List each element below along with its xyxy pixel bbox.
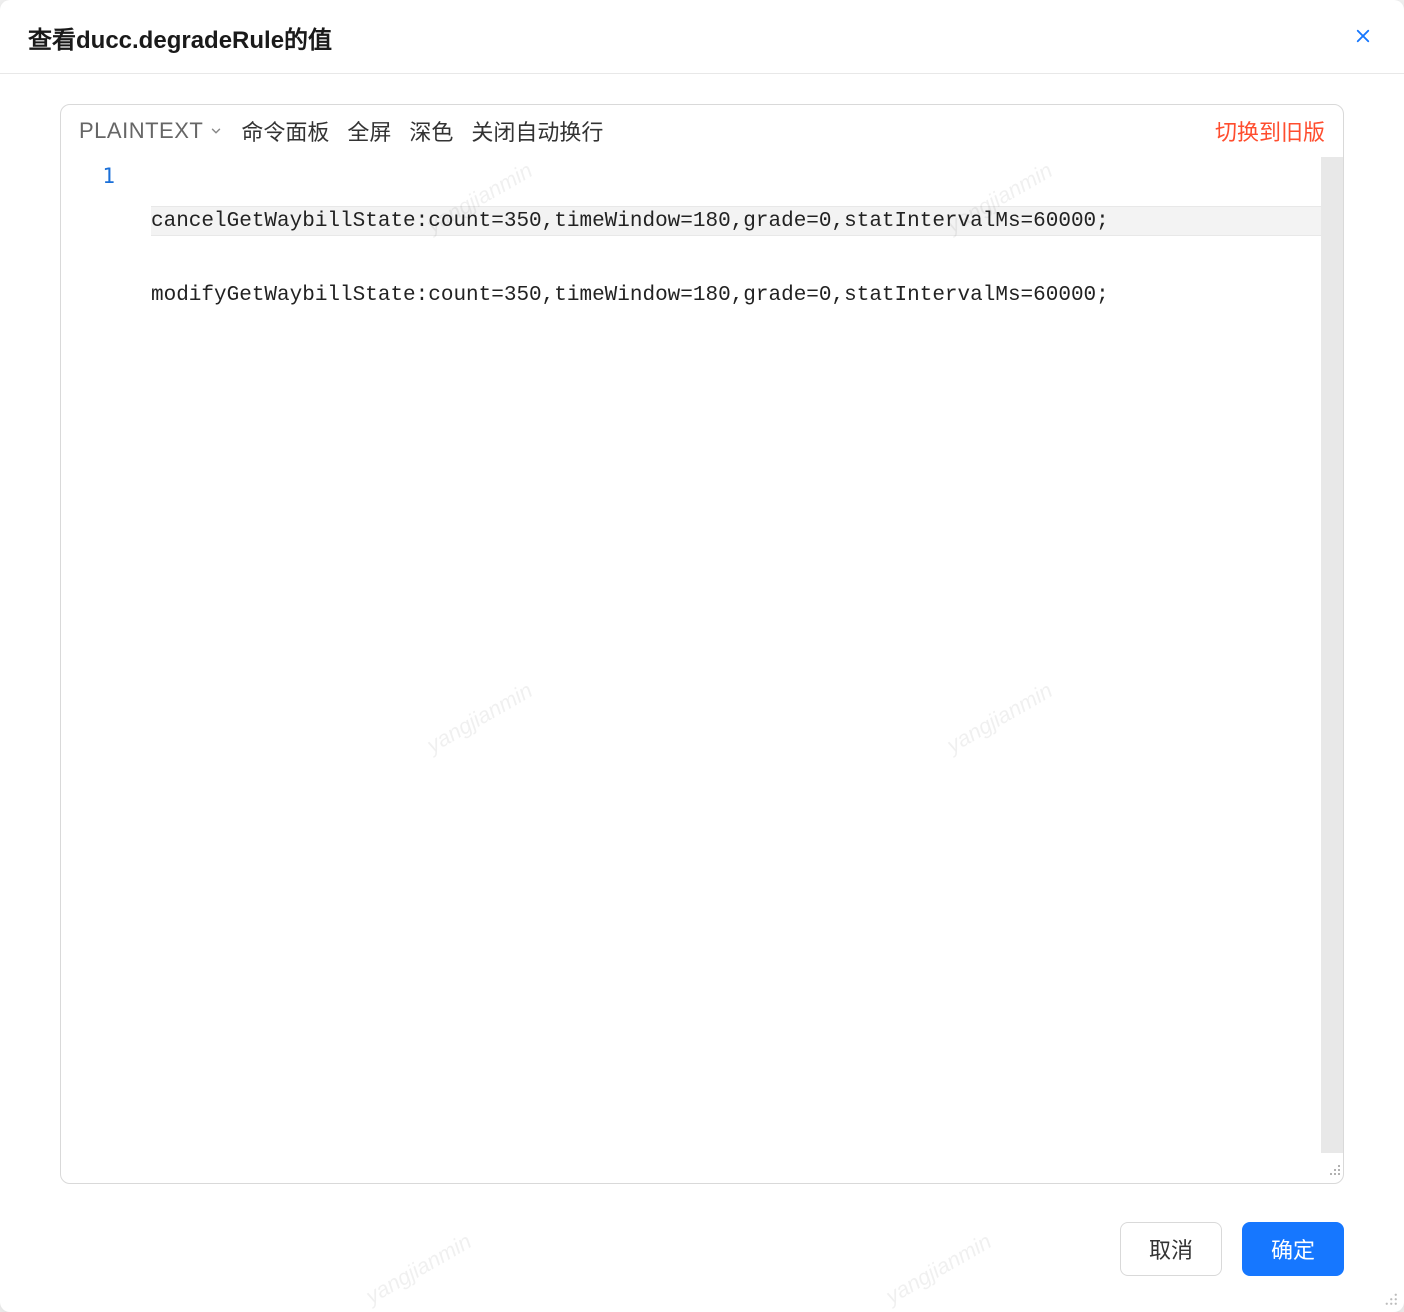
resize-icon [1380, 1293, 1398, 1310]
command-panel-button[interactable]: 命令面板 [241, 115, 329, 147]
code-line: cancelGetWaybillState:count=350,timeWind… [151, 206, 1343, 236]
resize-icon [1325, 1160, 1341, 1181]
config-value-modal: 查看ducc.degradeRule的值 PLAINTEXT [0, 0, 1404, 1312]
close-icon [1354, 27, 1372, 49]
modal-title: 查看ducc.degradeRule的值 [28, 20, 332, 55]
editor-toolbar: PLAINTEXT 命令面板 全屏 深色 关闭自动换行 切换到旧版 [61, 105, 1343, 157]
scrollbar-vertical[interactable] [1321, 157, 1343, 1153]
confirm-button[interactable]: 确定 [1242, 1222, 1344, 1276]
modal-footer: 取消 确定 [0, 1194, 1404, 1312]
code-editor: PLAINTEXT 命令面板 全屏 深色 关闭自动换行 切换到旧版 [60, 104, 1344, 1184]
modal-resize-handle[interactable] [1380, 1288, 1398, 1306]
language-label: PLAINTEXT [79, 118, 203, 144]
modal-header: 查看ducc.degradeRule的值 [0, 0, 1404, 74]
chevron-down-icon [209, 124, 223, 138]
language-selector[interactable]: PLAINTEXT [79, 118, 223, 144]
cancel-button[interactable]: 取消 [1120, 1222, 1222, 1276]
close-button[interactable] [1350, 23, 1376, 53]
dark-mode-button[interactable]: 深色 [409, 115, 453, 147]
modal-body: PLAINTEXT 命令面板 全屏 深色 关闭自动换行 切换到旧版 [0, 74, 1404, 1194]
code-content[interactable]: cancelGetWaybillState:count=350,timeWind… [145, 157, 1343, 1183]
switch-old-version-button[interactable]: 切换到旧版 [1215, 115, 1325, 147]
editor-resize-handle[interactable] [1321, 1161, 1341, 1181]
code-line: modifyGetWaybillState:count=350,timeWind… [151, 281, 1343, 311]
line-gutter: 1 [61, 157, 145, 1183]
fullscreen-button[interactable]: 全屏 [347, 115, 391, 147]
toolbar-left: PLAINTEXT 命令面板 全屏 深色 关闭自动换行 [79, 115, 603, 147]
toggle-wrap-button[interactable]: 关闭自动换行 [471, 115, 603, 147]
line-number: 1 [61, 161, 145, 191]
editor-body[interactable]: 1 cancelGetWaybillState:count=350,timeWi… [61, 157, 1343, 1183]
